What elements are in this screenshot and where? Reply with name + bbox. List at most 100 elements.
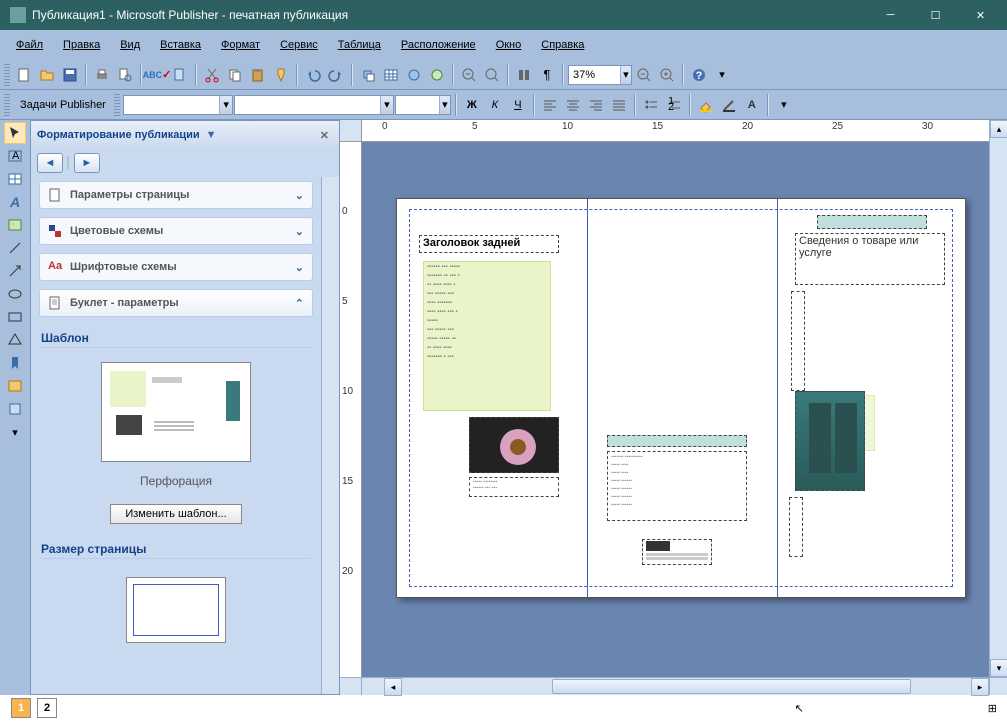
zoom-out-button[interactable] <box>458 64 480 86</box>
menu-view[interactable]: Вид <box>112 35 148 55</box>
text-frame[interactable] <box>789 497 803 557</box>
forward-button[interactable]: ► <box>74 153 100 173</box>
change-template-button[interactable]: Изменить шаблон... <box>110 504 241 524</box>
menu-help[interactable]: Справка <box>533 35 592 55</box>
accordion-font-schemes[interactable]: Aa Шрифтовые схемы ⌄ <box>39 253 313 281</box>
columns-button[interactable] <box>513 64 535 86</box>
toolbar-grip[interactable] <box>114 94 120 116</box>
page-tab-1[interactable]: 1 <box>11 698 31 718</box>
zoom-combo[interactable]: ▾ <box>568 65 632 85</box>
scroll-down-button[interactable]: ▾ <box>990 659 1007 677</box>
zoom-button[interactable] <box>481 64 503 86</box>
picture-tool[interactable] <box>4 214 26 236</box>
bold-button[interactable]: Ж <box>461 94 483 116</box>
oval-tool[interactable] <box>4 283 26 305</box>
line-tool[interactable] <box>4 237 26 259</box>
menu-table[interactable]: Таблица <box>330 35 389 55</box>
pointer-tool[interactable] <box>4 122 26 144</box>
new-button[interactable] <box>13 64 35 86</box>
close-icon[interactable]: ✕ <box>316 129 333 142</box>
align-justify-button[interactable] <box>608 94 630 116</box>
paste-button[interactable] <box>247 64 269 86</box>
copy-button[interactable] <box>224 64 246 86</box>
save-button[interactable] <box>59 64 81 86</box>
align-center-button[interactable] <box>562 94 584 116</box>
scroll-thumb[interactable] <box>552 679 911 694</box>
special-chars-button[interactable]: ¶ <box>536 64 558 86</box>
line-color-button[interactable] <box>718 94 740 116</box>
chevron-down-icon[interactable]: ▼ <box>206 129 217 141</box>
insert-hyperlink-button[interactable] <box>403 64 425 86</box>
chevron-down-icon[interactable]: ▾ <box>620 66 631 84</box>
menu-edit[interactable]: Правка <box>55 35 108 55</box>
toolbar-options-button[interactable]: ▾ <box>4 421 26 443</box>
chevron-down-icon[interactable]: ▾ <box>219 96 231 114</box>
page-tab-2[interactable]: 2 <box>37 698 57 718</box>
textbox-tool[interactable]: A <box>4 145 26 167</box>
wordart-tool[interactable]: A <box>4 191 26 213</box>
zoom-plus-button[interactable] <box>656 64 678 86</box>
font-color-button[interactable]: A <box>741 94 763 116</box>
text-frame[interactable] <box>817 215 927 229</box>
rectangle-tool[interactable] <box>4 306 26 328</box>
caption-frame[interactable]: ▪▪▪▪▪ ▪▪▪▪▪▪▪▪▪▪▪▪▪▪ ▪▪▪ ▪▪▪ <box>469 477 559 497</box>
vertical-scrollbar[interactable]: ▴ ▾ <box>989 120 1007 677</box>
horizontal-scrollbar[interactable]: ◂ ▸ <box>384 678 989 695</box>
menu-arrange[interactable]: Расположение <box>393 35 484 55</box>
template-thumbnail[interactable] <box>101 362 251 462</box>
menu-file[interactable]: Файл <box>8 35 51 55</box>
table-tool[interactable] <box>4 168 26 190</box>
arrow-tool[interactable] <box>4 260 26 282</box>
research-button[interactable] <box>169 64 191 86</box>
underline-button[interactable]: Ч <box>507 94 529 116</box>
tasks-button[interactable]: Задачи Publisher <box>13 96 113 114</box>
text-frame[interactable]: Сведения о товаре или услуге <box>795 233 945 285</box>
format-painter-button[interactable] <box>270 64 292 86</box>
close-button[interactable]: ✕ <box>958 0 1003 30</box>
menu-insert[interactable]: Вставка <box>152 35 209 55</box>
italic-button[interactable]: К <box>484 94 506 116</box>
horizontal-ruler[interactable]: 0 5 10 15 20 25 30 <box>362 120 1007 142</box>
scroll-up-button[interactable]: ▴ <box>990 120 1007 138</box>
content-library-tool[interactable] <box>4 398 26 420</box>
accordion-booklet-options[interactable]: Буклет - параметры ⌃ <box>39 289 313 317</box>
toolbar-options-button[interactable]: ▾ <box>711 64 733 86</box>
page-canvas[interactable]: Заголовок задней панели ▪▪▪▪▪▪ ▪▪▪ ▪▪▪▪▪… <box>362 142 1007 677</box>
accordion-color-schemes[interactable]: Цветовые схемы ⌄ <box>39 217 313 245</box>
web-preview-button[interactable] <box>426 64 448 86</box>
fill-color-button[interactable] <box>695 94 717 116</box>
bring-front-button[interactable] <box>357 64 379 86</box>
align-left-button[interactable] <box>539 94 561 116</box>
toolbar-grip[interactable] <box>4 64 10 86</box>
print-button[interactable] <box>91 64 113 86</box>
spellcheck-button[interactable]: ABC✓ <box>146 64 168 86</box>
autoshapes-tool[interactable] <box>4 329 26 351</box>
fontsize-combo[interactable]: ▾ <box>395 95 451 115</box>
font-combo[interactable]: ▾ <box>234 95 394 115</box>
help-button[interactable]: ? <box>688 64 710 86</box>
align-right-button[interactable] <box>585 94 607 116</box>
menu-window[interactable]: Окно <box>488 35 530 55</box>
picture-frame[interactable] <box>795 391 865 491</box>
open-button[interactable] <box>36 64 58 86</box>
zoom-input[interactable] <box>569 69 620 81</box>
scroll-left-button[interactable]: ◂ <box>384 678 402 696</box>
page-size-thumbnail[interactable] <box>126 577 226 643</box>
picture-frame[interactable] <box>469 417 559 473</box>
text-frame[interactable] <box>642 539 712 565</box>
chevron-down-icon[interactable]: ▾ <box>380 96 393 114</box>
chevron-down-icon[interactable]: ▾ <box>439 96 450 114</box>
back-button[interactable]: ◄ <box>37 153 63 173</box>
menu-format[interactable]: Формат <box>213 35 268 55</box>
text-frame[interactable] <box>607 435 747 447</box>
print-preview-button[interactable] <box>114 64 136 86</box>
style-combo[interactable]: ▾ <box>123 95 233 115</box>
insert-table-button[interactable] <box>380 64 402 86</box>
bookmark-tool[interactable] <box>4 352 26 374</box>
text-frame[interactable]: ▪▪▪▪▪▪▪ ▪▪▪▪▪▪▪▪▪▪▪▪▪▪▪ ▪▪▪▪▪▪▪▪▪ ▪▪▪▪▪▪… <box>607 451 747 521</box>
taskpane-scrollbar[interactable] <box>321 177 339 694</box>
bullets-button[interactable] <box>640 94 662 116</box>
cut-button[interactable] <box>201 64 223 86</box>
undo-button[interactable] <box>302 64 324 86</box>
text-frame[interactable]: ▪▪▪▪▪▪ ▪▪▪ ▪▪▪▪▪▪▪▪▪▪▪▪ ▪▪ ▪▪▪ ▪▪▪ ▪▪▪▪ … <box>423 261 551 411</box>
